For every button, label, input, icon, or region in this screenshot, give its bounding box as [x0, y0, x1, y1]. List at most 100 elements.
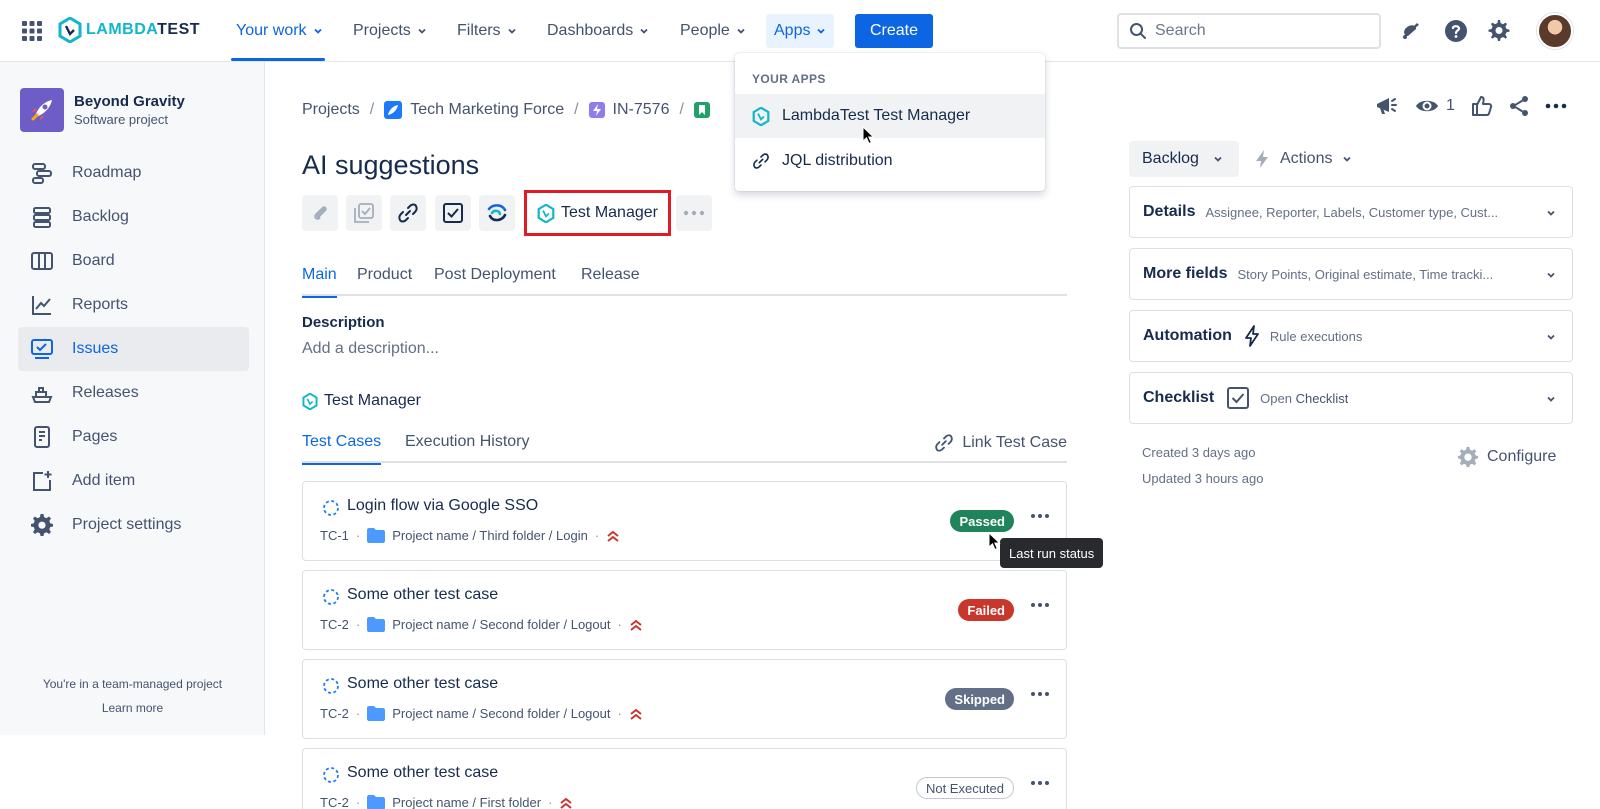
watch-eye-icon[interactable] [1415, 95, 1439, 117]
tab-product[interactable]: Product [357, 266, 412, 296]
app-integration-button[interactable] [479, 195, 515, 231]
project-type: Software project [74, 112, 168, 127]
details-panel[interactable]: Details Assignee, Reporter, Labels, Cust… [1129, 186, 1573, 238]
notifications-icon[interactable] [1400, 19, 1422, 41]
test-case-title[interactable]: Login flow via Google SSO [347, 497, 538, 515]
sidebar-item-roadmap[interactable]: Roadmap [18, 151, 249, 195]
test-case-title[interactable]: Some other test case [347, 675, 498, 693]
more-icon[interactable] [1030, 691, 1050, 697]
status-badge[interactable]: Failed [958, 599, 1014, 621]
search-box[interactable] [1117, 13, 1381, 49]
user-avatar[interactable] [1537, 13, 1573, 49]
app-switcher-icon[interactable] [22, 21, 42, 41]
sidebar-item-project-settings[interactable]: Project settings [18, 503, 249, 547]
nav-your-work[interactable]: Your work [228, 14, 331, 48]
breadcrumb-epic[interactable]: IN-7576 [588, 101, 670, 119]
test-case-row[interactable]: Some other test case TC-2 · Project name… [302, 748, 1067, 809]
breadcrumb-project[interactable]: Tech Marketing Force [384, 101, 564, 119]
breadcrumb-projects[interactable]: Projects [302, 101, 360, 119]
sidebar-item-pages[interactable]: Pages [18, 415, 249, 459]
sidebar-item-label: Reports [72, 296, 129, 313]
status-badge[interactable]: Not Executed [915, 777, 1014, 799]
description-field[interactable]: Add a description... [302, 340, 439, 358]
test-case-title[interactable]: Some other test case [347, 764, 498, 782]
sidebar-item-add-item[interactable]: Add item [18, 459, 249, 503]
checklist-panel[interactable]: Checklist Open Checklist [1129, 372, 1573, 424]
test-case-row[interactable]: Some other test case TC-2 · Project name… [302, 570, 1067, 650]
nav-label: Apps [774, 22, 811, 39]
tab-release[interactable]: Release [581, 266, 640, 296]
configure-button[interactable]: Configure [1457, 446, 1556, 468]
lightning-icon [1256, 150, 1268, 168]
tab-test-cases[interactable]: Test Cases [302, 433, 382, 465]
chevron-down-icon [1547, 272, 1555, 278]
more-fields-panel[interactable]: More fields Story Points, Original estim… [1129, 248, 1573, 300]
more-icon[interactable] [1030, 602, 1050, 608]
panel-title: Automation [1143, 327, 1232, 344]
project-rocket-icon [384, 101, 403, 119]
more-actions-button[interactable] [676, 195, 712, 231]
status-badge[interactable]: Passed [950, 510, 1014, 532]
status-dropdown[interactable]: Backlog [1129, 141, 1239, 177]
nav-apps[interactable]: Apps [766, 14, 835, 48]
share-icon[interactable] [1508, 95, 1530, 117]
help-icon[interactable] [1444, 19, 1468, 43]
sidebar-item-releases[interactable]: Releases [18, 371, 249, 415]
add-child-button[interactable] [346, 195, 382, 231]
link-issue-button[interactable] [390, 195, 426, 231]
chevron-down-icon [640, 28, 648, 34]
project-header[interactable]: Beyond Gravity Software project [20, 88, 185, 132]
status-badge[interactable]: Skipped [945, 688, 1014, 710]
panel-summary-target: Checklist [1295, 390, 1349, 406]
link-icon [398, 203, 418, 223]
chevron-down-icon [1547, 210, 1555, 216]
tab-execution-history[interactable]: Execution History [405, 433, 530, 463]
test-manager-tabs: Test Cases Execution History Link Test C… [302, 433, 1067, 465]
tab-main[interactable]: Main [302, 266, 337, 298]
test-case-meta: TC-2 · Project name / Second folder / Lo… [320, 617, 643, 632]
test-case-path: Project name / Second folder / Logout [392, 617, 611, 632]
add-item-icon [33, 471, 52, 491]
nav-projects[interactable]: Projects [345, 14, 435, 48]
lambdatest-logo[interactable]: LAMBDATEST [58, 17, 200, 43]
breadcrumb-label: IN-7576 [612, 101, 670, 118]
automation-panel[interactable]: Automation Rule executions [1129, 310, 1573, 362]
test-manager-button[interactable]: Test Manager [524, 190, 671, 236]
actions-dropdown[interactable]: Actions [1254, 141, 1352, 177]
announcement-icon[interactable] [1374, 95, 1398, 117]
test-case-path: Project name / Second folder / Logout [392, 706, 611, 721]
menu-item-jql-distribution[interactable]: JQL distribution [735, 139, 1045, 183]
test-case-row[interactable]: Login flow via Google SSO TC-1 · Project… [302, 481, 1067, 561]
create-button[interactable]: Create [855, 14, 933, 48]
more-icon[interactable] [1545, 103, 1567, 109]
more-icon[interactable] [1030, 780, 1050, 786]
menu-item-lambdatest-test-manager[interactable]: LambdaTest Test Manager [735, 94, 1045, 138]
issue-title[interactable]: AI suggestions [302, 150, 479, 181]
attach-button[interactable] [302, 195, 338, 231]
more-icon[interactable] [1030, 513, 1050, 519]
nav-dashboards[interactable]: Dashboards [539, 14, 657, 48]
folder-icon [367, 617, 386, 632]
nav-people[interactable]: People [672, 14, 754, 48]
link-test-case-label: Link Test Case [962, 434, 1067, 451]
like-thumb-icon[interactable] [1471, 95, 1493, 117]
link-test-case-button[interactable]: Link Test Case [934, 433, 1067, 453]
test-manager-section-title: Test Manager [302, 392, 421, 410]
nav-filters[interactable]: Filters [449, 14, 525, 48]
story-icon[interactable] [693, 102, 710, 118]
sidebar-item-board[interactable]: Board [18, 239, 249, 283]
sidebar-item-backlog[interactable]: Backlog [18, 195, 249, 239]
learn-more-link[interactable]: Learn more [0, 701, 265, 715]
tab-post-deployment[interactable]: Post Deployment [434, 266, 556, 296]
sidebar-item-reports[interactable]: Reports [18, 283, 249, 327]
checklist-button[interactable] [435, 195, 471, 231]
test-case-title[interactable]: Some other test case [347, 586, 498, 604]
search-input[interactable] [1155, 22, 1355, 40]
test-case-id: TC-2 [320, 795, 349, 809]
issue-tabs: Main Product Post Deployment Release [302, 266, 1067, 298]
settings-gear-icon[interactable] [1487, 19, 1511, 43]
sidebar-item-issues[interactable]: Issues [18, 327, 249, 371]
priority-highest-icon [559, 797, 573, 809]
test-case-meta: TC-2 · Project name / First folder · [320, 795, 573, 809]
test-case-row[interactable]: Some other test case TC-2 · Project name… [302, 659, 1067, 739]
